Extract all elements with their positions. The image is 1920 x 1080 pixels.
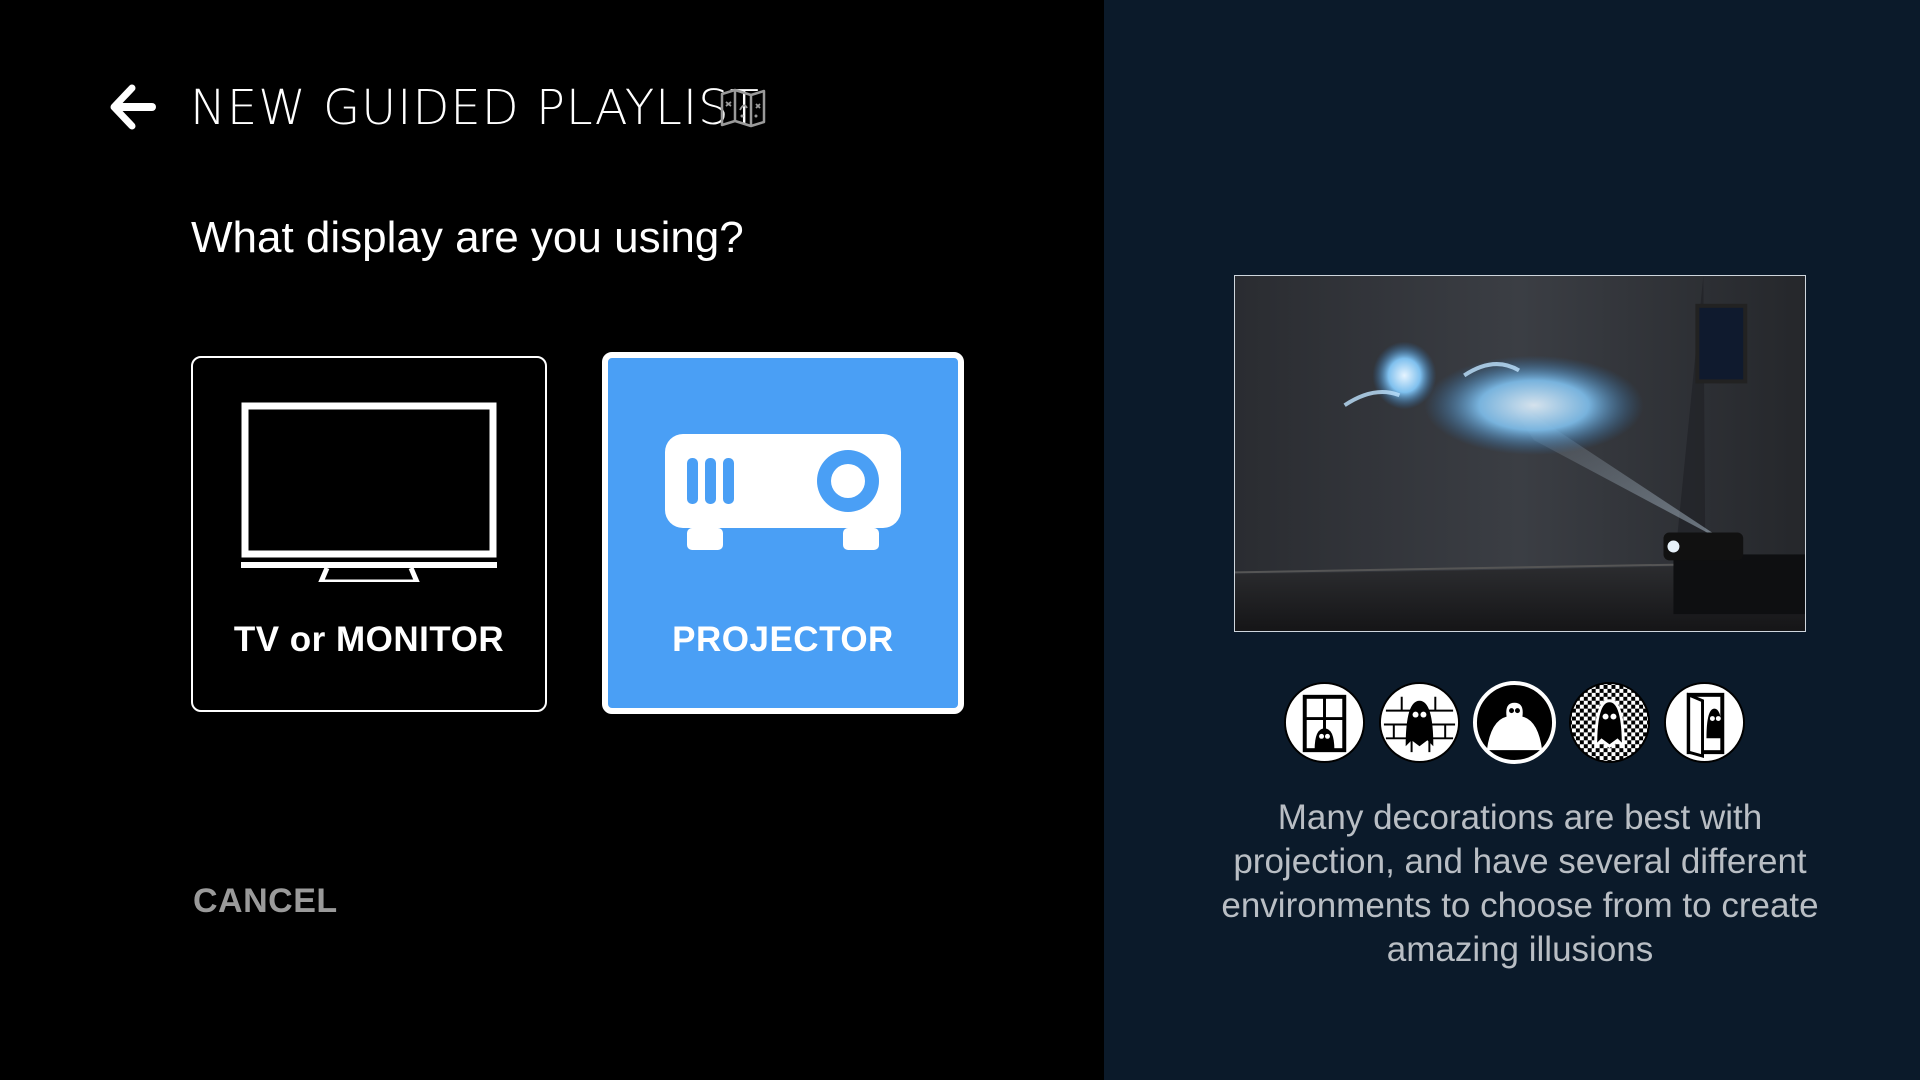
tv-option-card[interactable]: TV or MONITOR — [191, 356, 547, 712]
arrow-left-icon[interactable] — [110, 84, 156, 130]
question-heading: What display are you using? — [191, 213, 744, 262]
ghost-silhouette-icon[interactable] — [1473, 681, 1556, 764]
cancel-button[interactable]: CANCEL — [193, 882, 338, 921]
checker-ghost-icon[interactable] — [1568, 681, 1651, 764]
projector-option-label: PROJECTOR — [672, 620, 894, 659]
brick-wall-ghost-icon[interactable] — [1378, 681, 1461, 764]
window-ghost-icon[interactable] — [1283, 681, 1366, 764]
tv-option-label: TV or MONITOR — [233, 620, 505, 659]
map-icon — [720, 88, 766, 128]
page-title: NEW GUIDED PLAYLIST — [190, 80, 760, 136]
projector-option-card[interactable]: PROJECTOR — [602, 352, 964, 714]
projection-description: Many decorations are best with projectio… — [1221, 798, 1819, 969]
projected-ghost-preview — [1234, 275, 1806, 632]
door-ghost-icon[interactable] — [1663, 681, 1746, 764]
projector-icon — [665, 434, 901, 550]
environment-icons — [1283, 681, 1746, 764]
tv-icon — [241, 402, 497, 582]
